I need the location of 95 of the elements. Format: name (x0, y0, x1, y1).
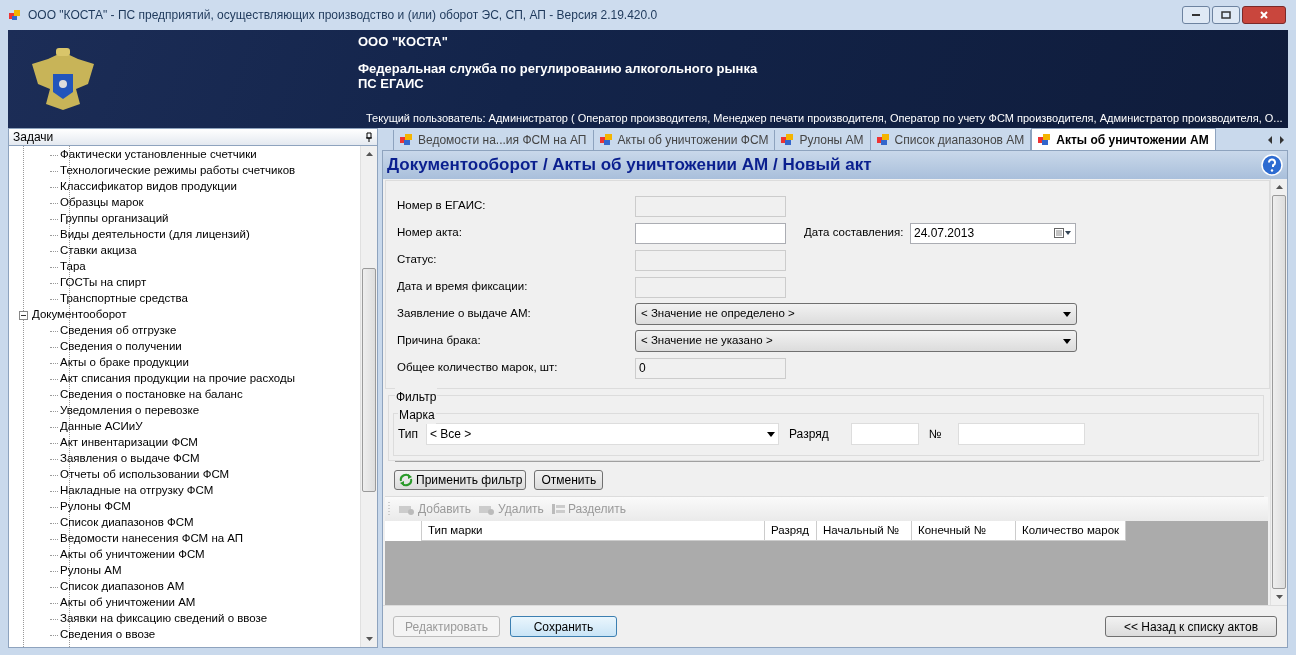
split-icon (551, 503, 566, 515)
field-label: Общее количество марок, шт: (397, 360, 559, 376)
column-header[interactable]: Разряд (765, 521, 817, 541)
tree-item[interactable]: Ставки акциза (60, 242, 137, 260)
help-icon[interactable] (1261, 154, 1283, 176)
tree-item[interactable]: ГОСТы на спирт (60, 274, 147, 292)
refresh-icon (398, 473, 414, 487)
tree-item[interactable]: Фактически установленные счетчики (60, 146, 257, 164)
tree-item[interactable]: Рулоны АМ (60, 562, 122, 580)
dropdown-arrow-icon (767, 431, 775, 437)
current-user-text: Текущий пользователь: Администратор ( Оператор производителя, Менеджер печати производителя, Оператор по учету ФСМ производителя, Администратор производителя, О... (366, 111, 1284, 125)
tree-item[interactable]: Акты об уничтожении АМ (60, 594, 196, 612)
scroll-thumb[interactable] (362, 268, 376, 492)
tree-item[interactable]: Сведения о ввозе (60, 626, 156, 644)
tree-item[interactable]: Заявки на фиксацию сведений о ввозе (60, 610, 268, 628)
field-label: Тип (398, 426, 418, 443)
tree-item[interactable]: Накладные на отгрузку ФСМ (60, 482, 214, 500)
column-header[interactable]: Конечный № (912, 521, 1016, 541)
field-label: Дата и время фиксации: (397, 279, 529, 295)
expander-icon[interactable] (19, 310, 28, 320)
pin-icon[interactable] (365, 132, 373, 142)
dropdown[interactable]: < Значение не указано > (635, 330, 1077, 352)
close-button[interactable] (1242, 6, 1286, 24)
field-label: Дата составления: (804, 225, 905, 241)
tree-item[interactable]: Сведения об отгрузке (60, 322, 177, 340)
field-label: Статус: (397, 252, 438, 268)
footer-button[interactable]: Сохранить (510, 616, 617, 637)
tree-item[interactable]: Акт списания продукции на прочие расходы (60, 370, 295, 388)
remove-row-icon (479, 503, 497, 515)
field-label: № (928, 426, 942, 443)
maximize-icon (1221, 11, 1231, 19)
group-title: Фильтр (395, 388, 438, 406)
dropdown-arrow-icon (1063, 311, 1071, 317)
agency-name: Федеральная служба по регулированию алкогольного рынка (358, 61, 759, 76)
field-label: Номер акта: (397, 225, 463, 241)
type-dropdown[interactable]: < Все > (426, 423, 779, 445)
tree-item[interactable]: Виды деятельности (для лицензий) (60, 226, 250, 244)
window-icon (599, 134, 614, 146)
tree-item[interactable]: Ведомости нанесения ФСМ на АП (60, 530, 244, 548)
number-field[interactable] (957, 423, 1085, 445)
scrollbar[interactable] (360, 146, 377, 647)
tree-item[interactable]: Сведения о получении (60, 338, 182, 356)
rank-field[interactable] (850, 423, 919, 445)
tree-item[interactable]: Классификатор видов продукции (60, 178, 237, 196)
column-header[interactable]: Начальный № (817, 521, 912, 541)
column-header[interactable]: Количество марок (1016, 521, 1126, 541)
field-label: Разряд (789, 426, 829, 443)
field-label: Номер в ЕГАИС: (397, 198, 487, 214)
window-icon (876, 134, 891, 146)
tree-item[interactable]: Список диапазонов ФСМ (60, 514, 194, 532)
scrollbar[interactable] (1270, 179, 1287, 605)
tree-item[interactable]: Рулоны ФСМ (60, 498, 131, 516)
tab[interactable]: Акты об уничтожении АМ (1031, 128, 1216, 150)
back-button[interactable]: << Назад к списку актов (1105, 616, 1277, 637)
tree-item[interactable]: Уведомления о перевозке (60, 402, 200, 420)
tree-item[interactable]: Технологические режимы работы счетчиков (60, 162, 296, 180)
text-field[interactable] (635, 222, 786, 244)
panel-title: Задачи (13, 129, 55, 146)
tree-item[interactable]: Документооборот (32, 306, 127, 324)
cancel-button[interactable]: Отменить (534, 470, 604, 490)
tree-item[interactable]: Акты о браке продукции (60, 354, 189, 372)
add-row-icon (399, 503, 416, 515)
minimize-button[interactable] (1182, 6, 1210, 24)
window-icon (1038, 133, 1053, 146)
window-icon (781, 134, 796, 146)
tree-item[interactable]: Данные АСИиУ (60, 418, 143, 436)
tree-item[interactable]: Список диапазонов АМ (60, 578, 185, 596)
company-name: ООО "КОСТА" (358, 34, 449, 49)
window-title: ООО "КОСТА" - ПС предприятий, осуществляющих производство и (или) оборот ЭС, СП, АП - Версия 2.19.420.0 (28, 7, 658, 24)
dropdown-arrow-icon (1063, 338, 1071, 344)
app-icon (8, 8, 22, 22)
tree-item[interactable]: Заявления о выдаче ФСМ (60, 450, 200, 468)
minimize-icon (1191, 13, 1201, 17)
toolbar-grip-icon (388, 501, 391, 517)
field-label: Причина брака: (397, 333, 482, 349)
date-picker[interactable]: 24.07.2013 (910, 222, 1076, 244)
tree-item[interactable]: Образцы марок (60, 194, 144, 212)
tree-item[interactable]: Акт инвентаризации ФСМ (60, 434, 198, 452)
maximize-button[interactable] (1212, 6, 1240, 24)
tree-item[interactable]: Сведения о постановке на баланс (60, 386, 243, 404)
apply-filter-button[interactable]: Применить фильтр (394, 470, 527, 490)
tree-item[interactable]: Акты об уничтожении ФСМ (60, 546, 205, 564)
page-title: Документооборот / Акты об уничтожении АМ / Новый акт (387, 154, 873, 177)
window-icon (400, 134, 414, 146)
scroll-thumb[interactable] (1272, 195, 1286, 589)
column-header[interactable]: Тип марки (422, 521, 765, 541)
field-label: Заявление о выдаче АМ: (397, 306, 532, 322)
system-name: ПС ЕГАИС (358, 76, 425, 91)
calendar-dropdown-icon[interactable] (1054, 228, 1072, 238)
tree-item[interactable]: Отчеты об использовании ФСМ (60, 466, 230, 484)
close-icon (1259, 10, 1269, 20)
dropdown[interactable]: < Значение не определено > (635, 303, 1077, 325)
tree-item[interactable]: Транспортные средства (60, 290, 188, 308)
tree-item[interactable]: Тара (60, 258, 86, 276)
tree-item[interactable]: Группы организаций (60, 210, 169, 228)
